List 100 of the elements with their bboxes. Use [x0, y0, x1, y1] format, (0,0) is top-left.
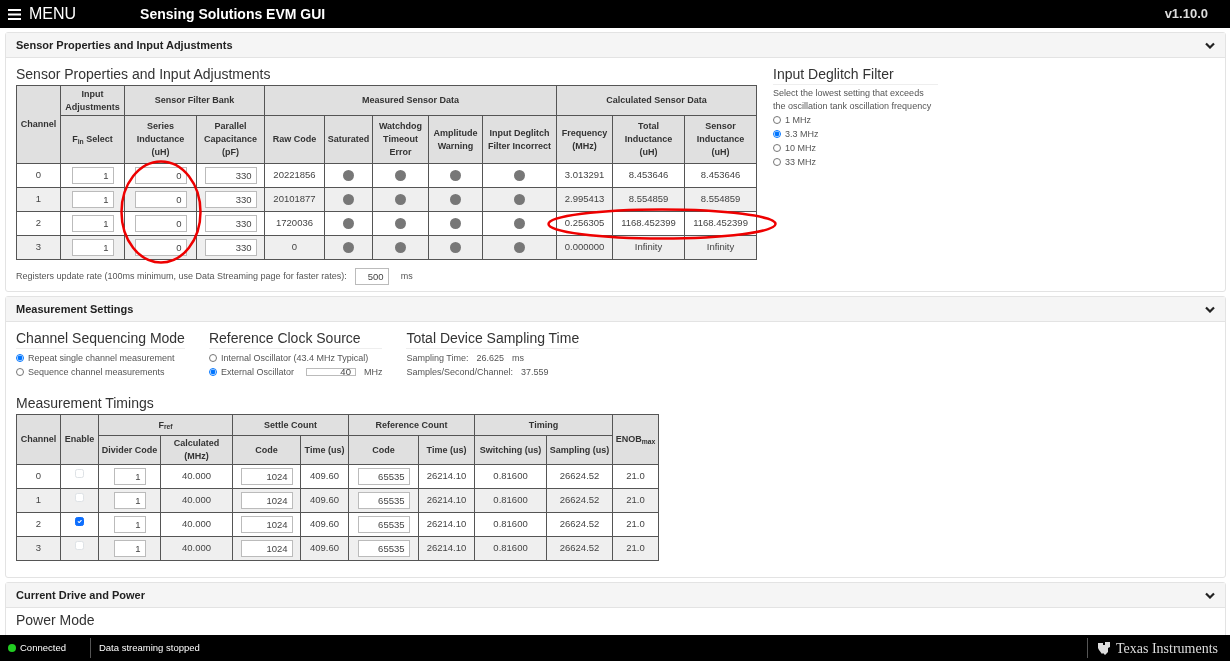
column-header: Raw Code [264, 115, 325, 164]
number-field[interactable]: 330 [204, 239, 257, 256]
number-field[interactable]: 1024 [240, 516, 293, 533]
radio-label[interactable]: External Oscillator [220, 365, 294, 379]
column-header: Channel [16, 85, 61, 164]
column-header: Sensor Filter Bank [124, 85, 265, 116]
column-header: Sampling (us) [546, 435, 613, 465]
column-header: Frequency (MHz) [556, 115, 613, 164]
section-header[interactable]: Measurement Settings [16, 300, 134, 318]
chevron-down-icon[interactable] [1205, 41, 1215, 49]
section-title: Reference Clock Source [208, 330, 383, 349]
table-cell: 0 [16, 464, 61, 489]
number-field[interactable]: 0 [134, 215, 187, 232]
radio-button[interactable] [16, 354, 24, 362]
number-field[interactable]: 330 [204, 215, 257, 232]
radio-label[interactable]: 1 MHz [785, 113, 812, 127]
number-field[interactable]: 1024 [240, 540, 293, 557]
radio-label[interactable]: 33 MHz [785, 155, 817, 169]
column-header: Total Inductance (uH) [612, 115, 685, 164]
column-header: Calculated Sensor Data [556, 85, 757, 116]
table-cell: 3 [16, 536, 61, 561]
number-field[interactable]: 65535 [357, 516, 410, 533]
number-field[interactable]: 1 [113, 492, 146, 509]
radio-button[interactable] [16, 368, 24, 376]
number-field[interactable]: 0 [134, 239, 187, 256]
radio-button[interactable] [773, 144, 782, 152]
table-cell: 1168.452399 [684, 211, 757, 236]
section-header[interactable]: Sensor Properties and Input Adjustments [16, 36, 233, 54]
unit-label: MHz [363, 366, 383, 379]
menu-button[interactable]: MENU [8, 2, 77, 26]
number-field[interactable]: 330 [204, 167, 257, 184]
version-label: v1.10.0 [1164, 5, 1208, 24]
radio-button[interactable] [773, 158, 782, 166]
column-header: Calculated (MHz) [160, 435, 233, 465]
table-cell: 40.000 [160, 512, 233, 537]
enable-checkbox[interactable] [75, 517, 84, 527]
table-cell: 1 [16, 187, 61, 212]
column-header: Settle Count [232, 414, 349, 436]
column-header: Divider Code [98, 435, 161, 465]
table-cell: 8.453646 [612, 163, 685, 188]
number-field[interactable]: 0 [134, 191, 187, 208]
number-field[interactable]: 1 [71, 191, 114, 208]
number-field[interactable]: 1 [71, 215, 114, 232]
field-label: Samples/Second/Channel: [406, 366, 513, 379]
table-cell: 21.0 [612, 464, 659, 489]
table-cell: 40.000 [160, 464, 233, 489]
column-header: Measured Sensor Data [264, 85, 557, 116]
table-cell: 0 [16, 163, 61, 188]
radio-button[interactable] [773, 130, 782, 138]
radio-button[interactable] [208, 354, 217, 362]
company-logo-text: Texas Instruments [1115, 639, 1218, 658]
table-cell: 2 [16, 512, 61, 537]
chevron-down-icon[interactable] [1205, 305, 1215, 313]
table-cell: 0.256305 [556, 211, 613, 236]
column-header: Time (us) [418, 435, 475, 465]
update-rate-label: Registers update rate (100ms minimum, use Data Streaming page for faster rates): [16, 269, 347, 283]
table-cell: 26214.10 [418, 464, 475, 489]
number-field[interactable]: 0 [134, 167, 187, 184]
connection-status: Connected [20, 640, 66, 655]
number-field[interactable]: 65535 [357, 540, 410, 557]
number-field[interactable]: 65535 [357, 468, 410, 485]
radio-label[interactable]: 3.3 MHz [785, 127, 819, 141]
column-header: Watchdog Timeout Error [372, 115, 429, 164]
number-field[interactable]: 65535 [357, 492, 410, 509]
column-header: Code [232, 435, 301, 465]
radio-label[interactable]: Sequence channel measurements [28, 365, 165, 379]
table-cell: 0.81600 [474, 464, 547, 489]
column-header: F$_{ref}$ [98, 414, 233, 436]
number-field[interactable]: 1 [113, 540, 146, 557]
number-field[interactable]: 1024 [240, 492, 293, 509]
field-value: 37.559 [521, 366, 549, 379]
radio-button[interactable] [208, 368, 217, 376]
radio-label[interactable]: Repeat single channel measurement [28, 351, 175, 365]
field-value: 26.625 [476, 352, 504, 365]
radio-button[interactable] [773, 116, 782, 124]
section-title: Power Mode [16, 612, 96, 629]
radio-label[interactable]: Internal Oscillator (43.4 MHz Typical) [220, 351, 369, 365]
column-header: Input Adjustments [60, 85, 125, 116]
number-field[interactable]: 1 [71, 167, 114, 184]
number-field[interactable]: 500 [354, 268, 389, 285]
table-cell: 1 [16, 488, 61, 513]
number-field[interactable]: 1 [71, 239, 114, 256]
section-title: Sensor Properties and Input Adjustments [16, 66, 272, 83]
section-header[interactable]: Current Drive and Power [16, 586, 145, 604]
radio-label[interactable]: 10 MHz [785, 141, 817, 155]
table-cell: 1168.452399 [612, 211, 685, 236]
column-header: Amplitude Warning [428, 115, 483, 164]
number-field[interactable]: 1 [113, 468, 146, 485]
section-title: Channel Sequencing Mode [16, 330, 185, 349]
column-header: Reference Count [348, 414, 475, 436]
number-field[interactable]: 40 [305, 368, 356, 376]
number-field[interactable]: 1 [113, 516, 146, 533]
column-header: Enable [60, 414, 99, 465]
table-cell: 26214.10 [418, 512, 475, 537]
app-title: Sensing Solutions EVM GUI [140, 4, 326, 24]
chevron-down-icon[interactable] [1205, 591, 1215, 599]
table-cell: 3.013291 [556, 163, 613, 188]
number-field[interactable]: 1024 [240, 468, 293, 485]
number-field[interactable]: 330 [204, 191, 257, 208]
logo-icon [1095, 640, 1112, 656]
